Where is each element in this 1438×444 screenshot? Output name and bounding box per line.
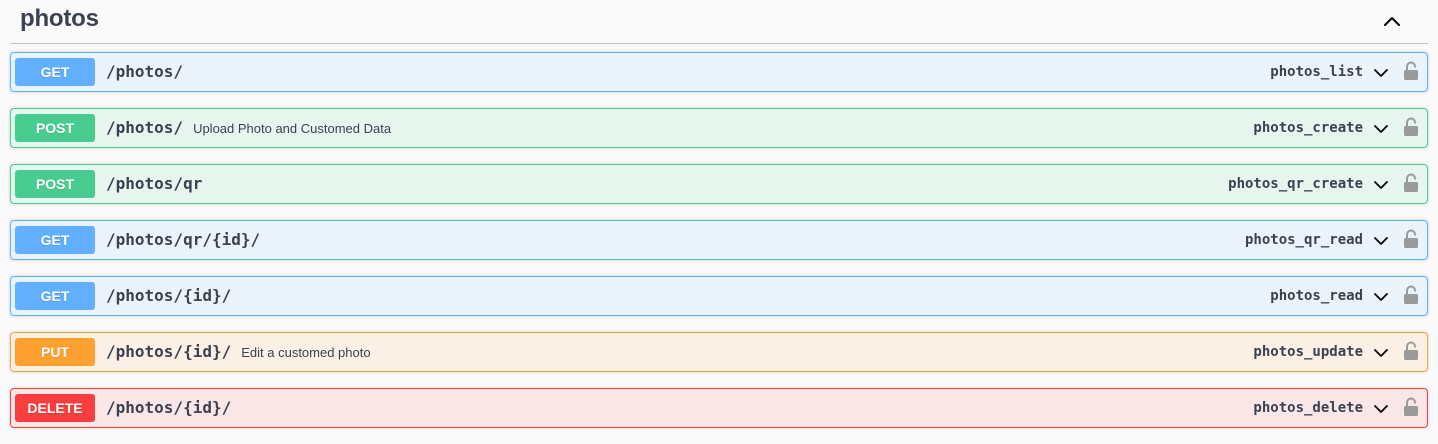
unlocked-padlock-icon[interactable] <box>1403 61 1419 81</box>
operation-path: /photos/qr/{id}/ <box>106 230 261 249</box>
chevron-down-icon[interactable] <box>1371 287 1391 307</box>
chevron-down-icon[interactable] <box>1371 119 1391 139</box>
operation-id: photos_create <box>1253 120 1363 136</box>
operation-path: /photos/Upload Photo and Customed Data <box>106 118 392 137</box>
operation-path: /photos/{id}/ <box>106 398 232 417</box>
method-badge: POST <box>15 170 95 198</box>
operation-block[interactable]: DELETE /photos/{id}/ photos_delete <box>10 388 1428 428</box>
operations-list: GET /photos/ photos_list POST /photos/Up… <box>10 52 1428 444</box>
operation-path: /photos/{id}/Edit a customed photo <box>106 342 371 361</box>
method-badge: DELETE <box>15 394 95 422</box>
operation-path: /photos/{id}/ <box>106 286 232 305</box>
operation-block[interactable]: POST /photos/qr photos_qr_create <box>10 164 1428 204</box>
chevron-down-icon[interactable] <box>1371 175 1391 195</box>
operation-id: photos_read <box>1270 288 1363 304</box>
chevron-up-icon[interactable] <box>1380 10 1404 34</box>
operation-block[interactable]: GET /photos/qr/{id}/ photos_qr_read <box>10 220 1428 260</box>
unlocked-padlock-icon[interactable] <box>1403 397 1419 417</box>
operation-summary: Upload Photo and Customed Data <box>193 121 392 136</box>
chevron-down-icon[interactable] <box>1371 343 1391 363</box>
tag-title: photos <box>20 5 99 32</box>
operation-id: photos_list <box>1270 64 1363 80</box>
operation-path: /photos/ <box>106 62 184 81</box>
unlocked-padlock-icon[interactable] <box>1403 285 1419 305</box>
tag-section-photos: photos GET /photos/ photos_list POST /ph… <box>0 0 1438 443</box>
operation-block[interactable]: GET /photos/{id}/ photos_read <box>10 276 1428 316</box>
tag-header[interactable]: photos <box>10 0 1428 44</box>
operation-block[interactable]: GET /photos/ photos_list <box>10 52 1428 92</box>
operation-path: /photos/qr <box>106 174 203 193</box>
method-badge: POST <box>15 114 95 142</box>
unlocked-padlock-icon[interactable] <box>1403 117 1419 137</box>
operation-id: photos_delete <box>1253 400 1363 416</box>
operation-block[interactable]: PUT /photos/{id}/Edit a customed photo p… <box>10 332 1428 372</box>
chevron-down-icon[interactable] <box>1371 63 1391 83</box>
operation-id: photos_update <box>1253 344 1363 360</box>
method-badge: GET <box>15 282 95 310</box>
method-badge: GET <box>15 58 95 86</box>
operation-block[interactable]: POST /photos/Upload Photo and Customed D… <box>10 108 1428 148</box>
operation-id: photos_qr_create <box>1228 176 1363 192</box>
unlocked-padlock-icon[interactable] <box>1403 341 1419 361</box>
unlocked-padlock-icon[interactable] <box>1403 173 1419 193</box>
method-badge: GET <box>15 226 95 254</box>
method-badge: PUT <box>15 338 95 366</box>
operation-summary: Edit a customed photo <box>241 345 371 360</box>
operation-id: photos_qr_read <box>1244 232 1363 248</box>
chevron-down-icon[interactable] <box>1371 231 1391 251</box>
chevron-down-icon[interactable] <box>1371 399 1391 419</box>
unlocked-padlock-icon[interactable] <box>1403 229 1419 249</box>
